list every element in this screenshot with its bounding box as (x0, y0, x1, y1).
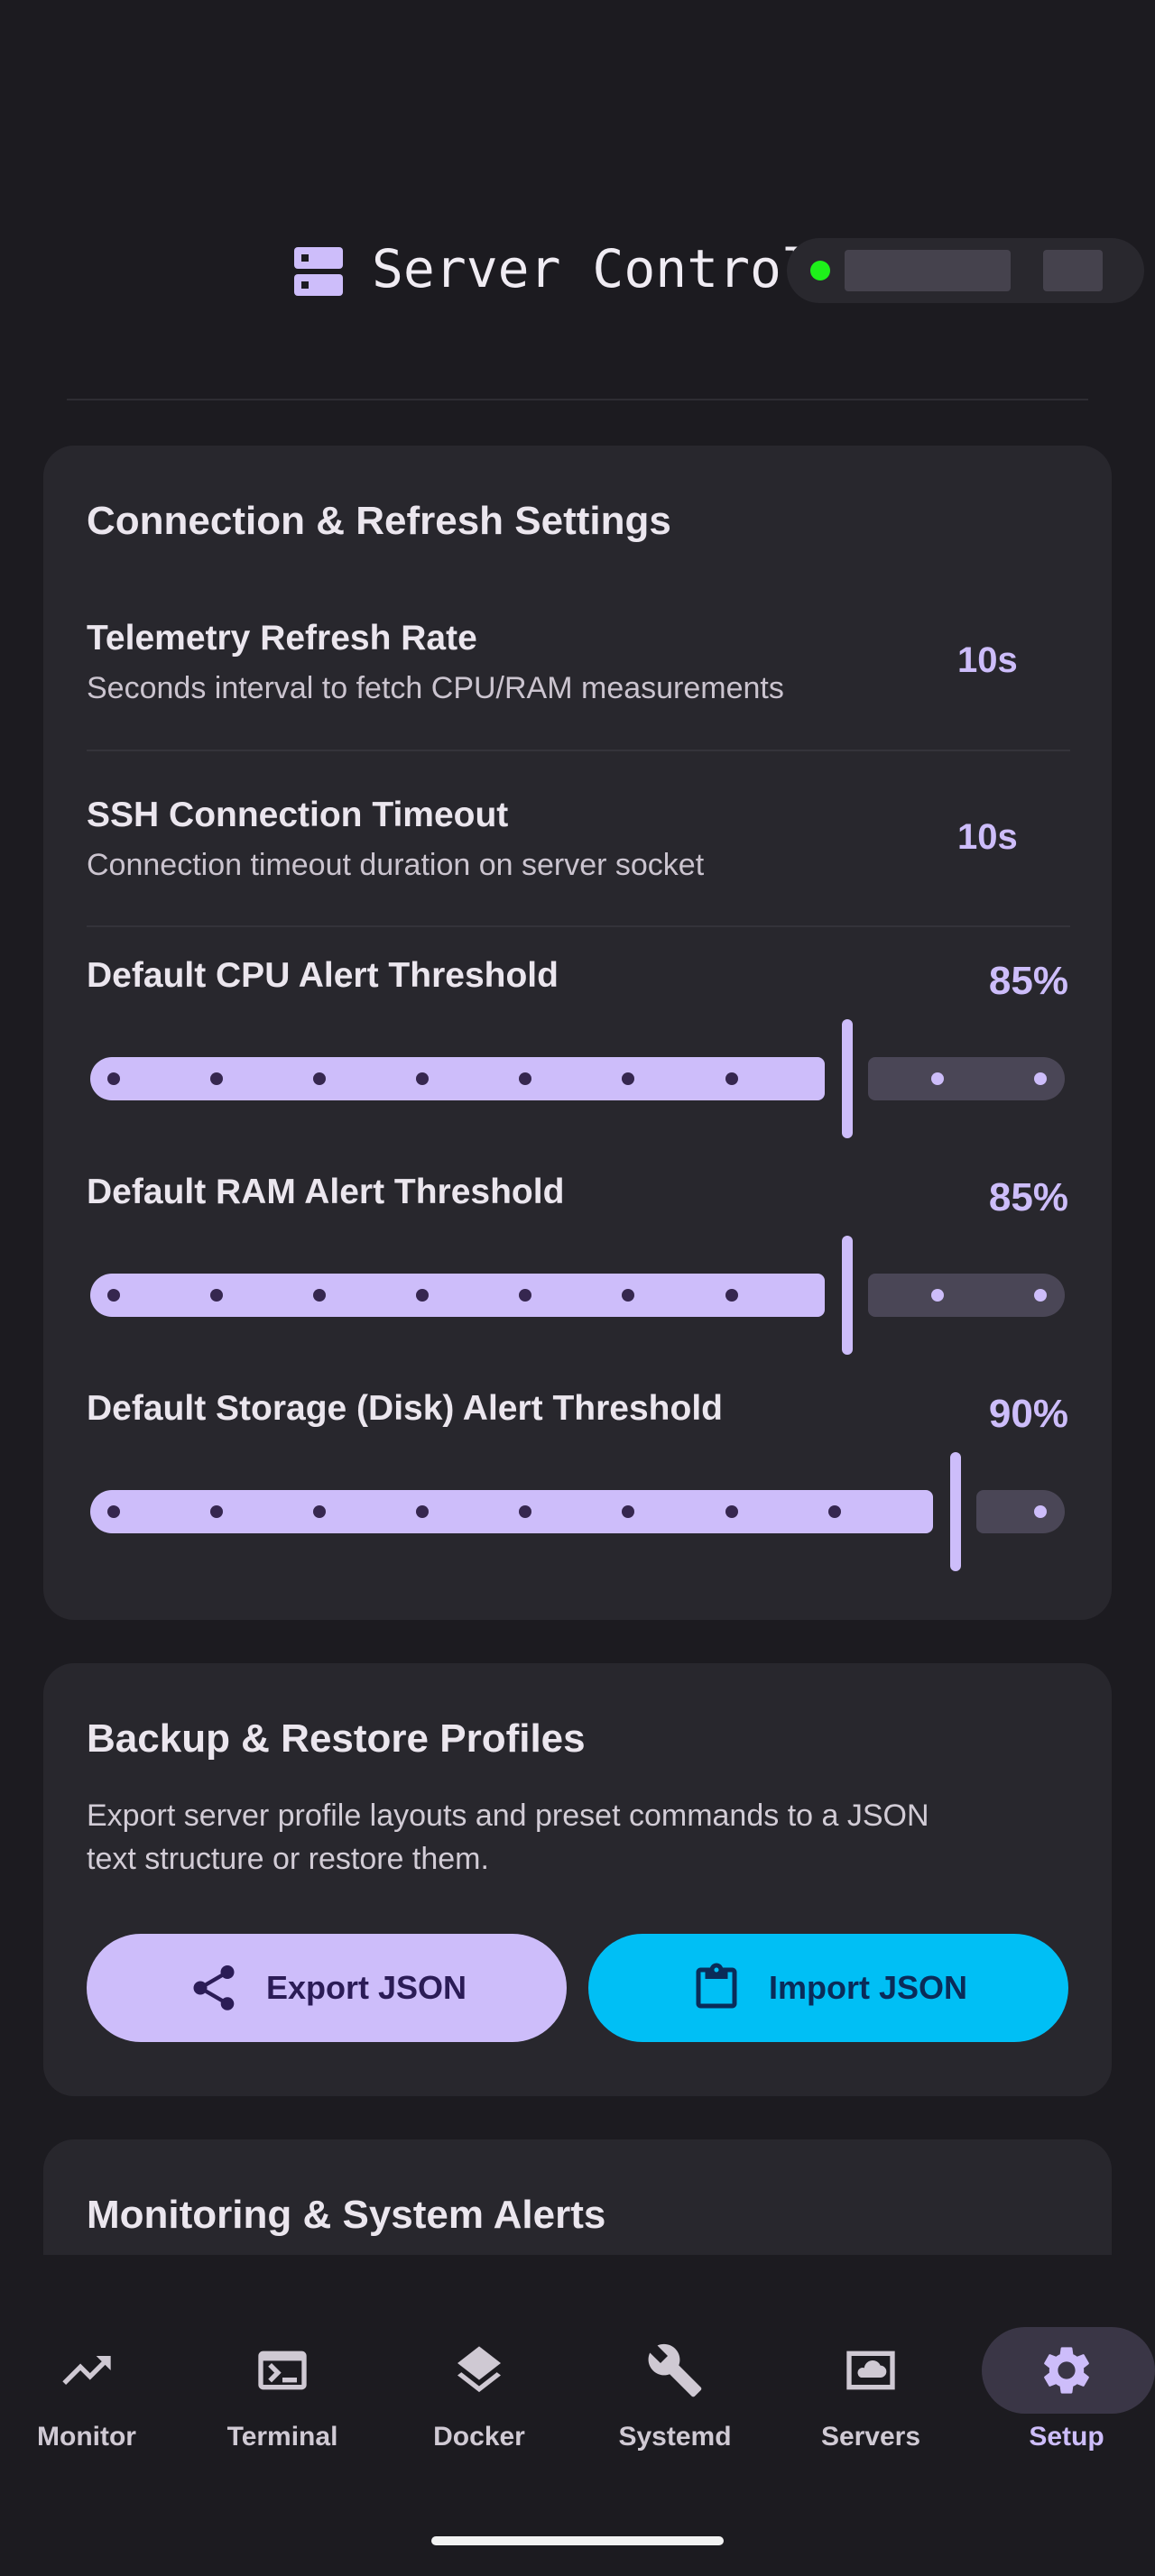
redacted-server-name (845, 250, 1011, 291)
slider-thumb[interactable] (842, 1019, 853, 1138)
telemetry-refresh-title: Telemetry Refresh Rate (87, 619, 477, 658)
slider-tick (107, 1289, 120, 1302)
nav-label-servers: Servers (820, 2422, 921, 2452)
nav-item-setup[interactable]: Setup (976, 2327, 1155, 2453)
slider-thumb[interactable] (950, 1452, 961, 1571)
nav-item-monitor[interactable]: Monitor (0, 2327, 177, 2453)
redacted-server-suffix (1043, 250, 1103, 291)
share-icon (193, 1965, 235, 2010)
ssh-timeout-value[interactable]: 10s (957, 815, 1018, 859)
telemetry-refresh-value[interactable]: 10s (957, 639, 1018, 682)
slider-tick (107, 1505, 120, 1518)
server-icon (294, 247, 343, 296)
home-indicator[interactable] (431, 2536, 724, 2545)
monitoring-alerts-title: Monitoring & System Alerts (87, 2193, 606, 2237)
slider-tick (931, 1289, 944, 1302)
storage-threshold-slider[interactable] (90, 1452, 1065, 1571)
backup-restore-description-line1: Export server profile layouts and preset… (87, 1799, 929, 1833)
import-json-button[interactable]: Import JSON (588, 1934, 1068, 2042)
slider-inactive-track (976, 1490, 1065, 1533)
slider-tick (931, 1072, 944, 1085)
slider-tick (725, 1289, 738, 1302)
slider-tick (313, 1072, 326, 1085)
nav-item-servers[interactable]: Servers (781, 2327, 961, 2453)
slider-tick (622, 1072, 634, 1085)
slider-tick (1034, 1505, 1047, 1518)
slider-tick (416, 1072, 429, 1085)
wrench-icon (648, 2343, 702, 2397)
app-title: Server Control (372, 238, 813, 299)
slider-tick (622, 1505, 634, 1518)
slider-tick (210, 1505, 223, 1518)
slider-tick (622, 1289, 634, 1302)
slider-tick (519, 1289, 531, 1302)
telemetry-refresh-description: Seconds interval to fetch CPU/RAM measur… (87, 671, 784, 705)
storage-threshold-value: 90% (988, 1392, 1068, 1436)
slider-tick (828, 1505, 841, 1518)
terminal-icon (258, 2351, 307, 2390)
ram-threshold-value: 85% (988, 1175, 1068, 1219)
cpu-threshold-value: 85% (988, 959, 1068, 1003)
trending-up-icon (62, 2356, 111, 2385)
slider-tick (313, 1505, 326, 1518)
nav-item-docker[interactable]: Docker (389, 2327, 569, 2453)
row-divider (87, 750, 1070, 751)
nav-label-terminal: Terminal (226, 2422, 338, 2452)
nav-label-systemd: Systemd (618, 2422, 732, 2452)
ram-threshold-title: Default RAM Alert Threshold (87, 1173, 565, 1211)
slider-tick (519, 1072, 531, 1085)
ssh-timeout-description: Connection timeout duration on server so… (87, 848, 705, 882)
slider-tick (725, 1505, 738, 1518)
slider-tick (1034, 1072, 1047, 1085)
status-online-indicator (810, 261, 830, 281)
slider-tick (210, 1289, 223, 1302)
nav-label-docker: Docker (433, 2422, 525, 2452)
cpu-threshold-slider[interactable] (90, 1019, 1065, 1138)
export-json-button[interactable]: Export JSON (87, 1934, 567, 2042)
ssh-timeout-row[interactable]: SSH Connection Timeout Connection timeou… (87, 794, 1070, 893)
backup-restore-title: Backup & Restore Profiles (87, 1716, 586, 1761)
cpu-threshold-title: Default CPU Alert Threshold (87, 956, 559, 995)
clipboard-icon (696, 1963, 737, 2009)
slider-tick (725, 1072, 738, 1085)
slider-tick (313, 1289, 326, 1302)
gear-icon (1044, 2347, 1089, 2394)
slider-tick (416, 1289, 429, 1302)
slider-active-track (90, 1274, 825, 1317)
slider-tick (1034, 1289, 1047, 1302)
slider-tick (519, 1505, 531, 1518)
nav-label-monitor: Monitor (37, 2422, 136, 2452)
export-json-label: Export JSON (265, 1969, 467, 2006)
import-json-label: Import JSON (768, 1969, 968, 2006)
cloud-box-icon (846, 2351, 895, 2390)
ssh-timeout-title: SSH Connection Timeout (87, 796, 509, 834)
slider-tick (107, 1072, 120, 1085)
slider-active-track (90, 1057, 825, 1100)
nav-item-systemd[interactable]: Systemd (585, 2327, 765, 2453)
backup-restore-description-line2: text structure or restore them. (87, 1842, 489, 1876)
storage-threshold-title: Default Storage (Disk) Alert Threshold (87, 1389, 723, 1428)
slider-tick (416, 1505, 429, 1518)
nav-label-setup: Setup (1029, 2422, 1104, 2452)
telemetry-refresh-row[interactable]: Telemetry Refresh Rate Seconds interval … (87, 617, 1070, 716)
slider-tick (210, 1072, 223, 1085)
header-divider (67, 399, 1088, 400)
ram-threshold-slider[interactable] (90, 1236, 1065, 1355)
slider-thumb[interactable] (842, 1236, 853, 1355)
row-divider (87, 925, 1070, 927)
layers-icon (457, 2346, 501, 2393)
nav-item-terminal[interactable]: Terminal (192, 2327, 373, 2453)
connection-settings-title: Connection & Refresh Settings (87, 499, 671, 543)
